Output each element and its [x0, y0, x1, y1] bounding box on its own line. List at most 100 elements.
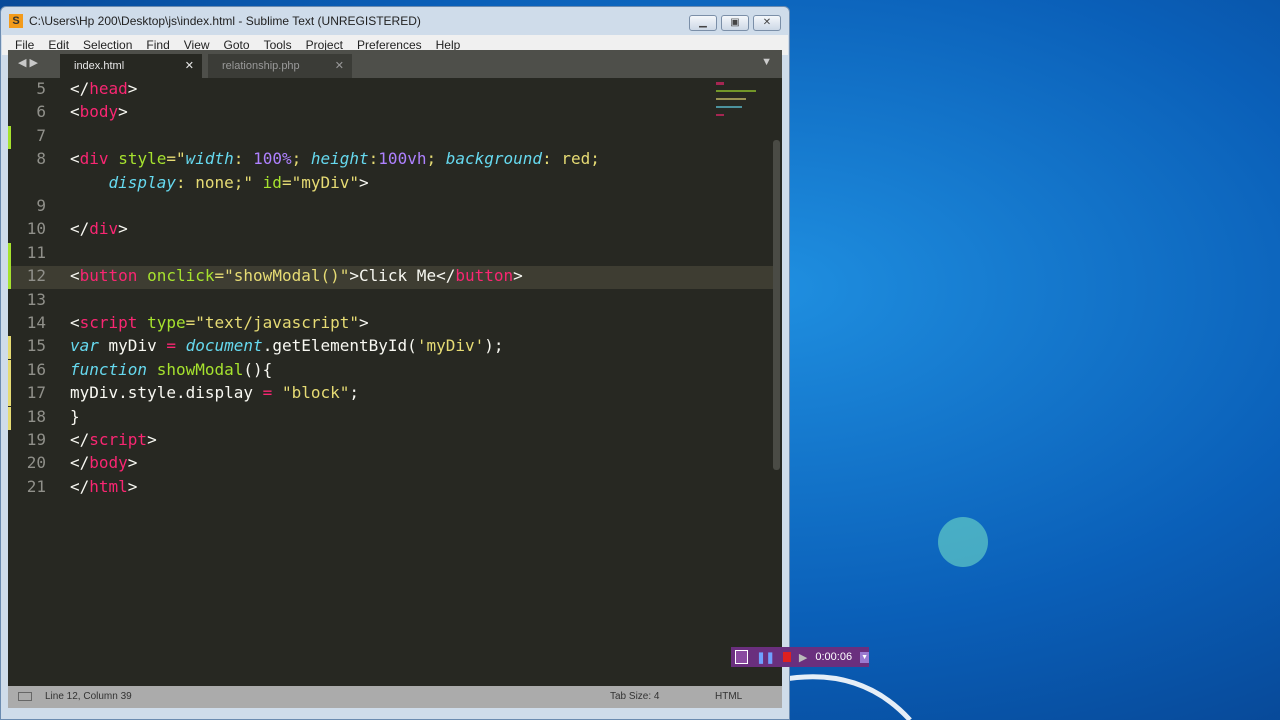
stop-icon[interactable]: [782, 652, 791, 662]
code-token: body: [79, 102, 119, 122]
code-line[interactable]: <script type="text/javascript">: [70, 313, 369, 332]
code-line[interactable]: display: none;" id="myDiv">: [70, 173, 369, 192]
code-token: </: [70, 476, 90, 496]
code-line[interactable]: </html>: [70, 477, 137, 496]
status-bar: Line 12, Column 39 Tab Size: 4 HTML: [8, 686, 782, 708]
code-line[interactable]: </div>: [70, 219, 128, 238]
pause-icon[interactable]: ❚❚: [756, 651, 774, 664]
line-number: 12: [26, 266, 46, 286]
code-line[interactable]: var myDiv = document.getElementById('myD…: [70, 336, 504, 355]
line-number: 11: [26, 242, 46, 262]
code-token: html: [89, 476, 128, 496]
line-number: 14: [26, 313, 46, 332]
code-token: button: [455, 266, 514, 286]
code-token: >: [513, 266, 523, 286]
play-icon[interactable]: ▶: [799, 651, 807, 664]
code-token: function: [70, 359, 148, 379]
code-token: <: [70, 102, 80, 122]
code-token: ;: [590, 149, 600, 169]
code-token: .getElementById(: [262, 336, 417, 356]
code-token: 'myDiv': [416, 336, 485, 356]
tab-label: relationship.php: [222, 60, 300, 72]
vertical-scrollbar[interactable]: [773, 140, 780, 470]
code-line[interactable]: function showModal(){: [70, 360, 272, 379]
code-token: <: [70, 149, 80, 169]
code-token: script: [89, 430, 148, 449]
code-token: >: [127, 79, 138, 98]
syntax-mode[interactable]: HTML: [715, 686, 742, 708]
code-token: >: [359, 172, 369, 192]
code-token: >: [359, 313, 369, 332]
code-token: ;: [349, 383, 360, 403]
code-line[interactable]: myDiv.style.display = "block";: [70, 383, 359, 402]
line-number: 6: [36, 102, 46, 122]
code-token: ;: [426, 149, 446, 169]
line-number: 13: [26, 289, 46, 309]
code-line[interactable]: </head>: [70, 79, 137, 98]
code-line[interactable]: <button onclick="showModal()">Click Me</…: [70, 266, 523, 285]
code-token: head: [89, 79, 128, 98]
code-line[interactable]: <body>: [70, 102, 128, 121]
line-number: 19: [26, 430, 46, 449]
code-editor[interactable]: 5 </head> 6 <body> 7 8 <div style="width: 100%…: [8, 78, 782, 686]
line-number: 5: [36, 79, 46, 98]
window-title: C:\Users\Hp 200\Desktop\js\index.html - …: [29, 14, 421, 28]
code-line[interactable]: </script>: [70, 430, 157, 449]
desktop-swoosh: [780, 674, 912, 720]
dropdown-icon[interactable]: ▼: [860, 651, 869, 663]
code-token: </: [70, 219, 90, 239]
minimize-button[interactable]: ▁: [689, 15, 717, 31]
line-number: 10: [26, 219, 46, 239]
tab-index-html[interactable]: index.html ✕: [60, 54, 202, 78]
code-line[interactable]: }: [70, 407, 80, 426]
webcam-icon[interactable]: [735, 650, 749, 664]
tab-relationship-php[interactable]: relationship.php ✕: [208, 54, 352, 78]
code-token: >: [118, 102, 128, 122]
code-line[interactable]: </body>: [70, 453, 137, 472]
code-token: button: [79, 266, 138, 286]
close-button[interactable]: ✕: [753, 15, 781, 31]
close-tab-icon[interactable]: ✕: [185, 54, 194, 78]
code-token: 100%: [253, 149, 292, 169]
code-token: </: [70, 430, 90, 449]
cursor-position: Line 12, Column 39: [45, 691, 132, 702]
panel-toggle-icon[interactable]: [18, 692, 32, 701]
code-token: >Click Me</: [349, 266, 456, 286]
line-number: 8: [36, 149, 46, 169]
tab-bar: ◀ ▶ index.html ✕ relationship.php ✕ ▼: [8, 50, 782, 78]
tab-size[interactable]: Tab Size: 4: [610, 686, 659, 708]
tab-nav-arrows-icon[interactable]: ◀ ▶: [18, 56, 38, 69]
line-number: 21: [26, 476, 46, 496]
code-token: 100vh: [378, 149, 427, 169]
mouse-cursor-highlight: [938, 517, 988, 567]
code-line[interactable]: <div style="width: 100%; height:100vh; b…: [70, 149, 600, 168]
close-tab-icon[interactable]: ✕: [335, 54, 344, 78]
code-token: myDiv: [98, 336, 167, 356]
code-token: body: [89, 453, 128, 473]
screen-recorder-bar: ❚❚ ▶ 0:00:06 ▼: [731, 647, 869, 667]
minimap[interactable]: [716, 82, 766, 122]
line-number: 9: [36, 196, 46, 215]
line-number: 20: [26, 453, 46, 473]
code-token: "block": [281, 383, 350, 403]
code-token: }: [70, 406, 80, 426]
code-token: ="myDiv": [281, 172, 359, 192]
code-token: height: [310, 149, 369, 169]
code-token: ;: [291, 149, 311, 169]
maximize-button[interactable]: ▣: [721, 15, 749, 31]
code-token: <: [70, 266, 80, 286]
tab-menu-icon[interactable]: ▼: [761, 56, 772, 68]
code-token: background: [445, 149, 543, 169]
code-token: =: [166, 336, 176, 356]
code-token: :: [233, 149, 254, 169]
line-number: 15: [26, 336, 46, 356]
line-number: 7: [36, 125, 46, 145]
title-bar: S C:\Users\Hp 200\Desktop\js\index.html …: [1, 7, 789, 35]
code-token: =: [262, 383, 273, 403]
code-token: ="showModal()": [214, 266, 350, 286]
